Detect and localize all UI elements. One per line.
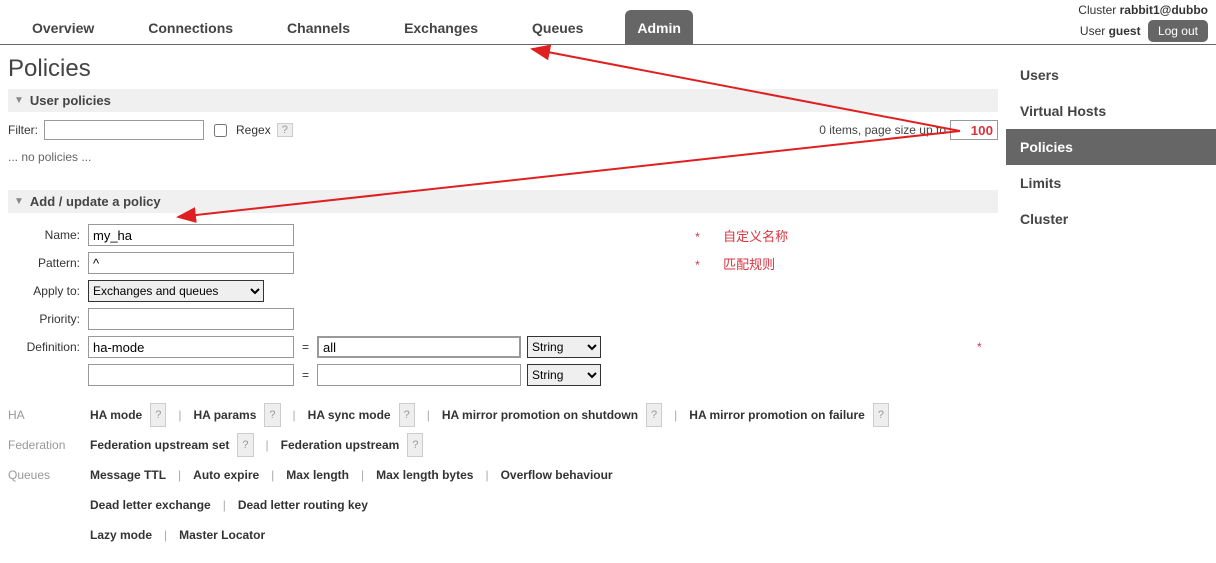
name-input[interactable]: [88, 224, 294, 246]
section-title: User policies: [30, 93, 111, 108]
regex-label: Regex: [236, 123, 271, 137]
tab-overview[interactable]: Overview: [20, 10, 106, 44]
pattern-input[interactable]: [88, 252, 294, 274]
priority-label: Priority:: [8, 305, 84, 333]
help-icon[interactable]: ?: [264, 403, 280, 427]
tab-channels[interactable]: Channels: [275, 10, 362, 44]
pattern-label: Pattern:: [8, 249, 84, 277]
help-icon[interactable]: ?: [150, 403, 166, 427]
sidebar: Users Virtual Hosts Policies Limits Clus…: [1006, 45, 1216, 559]
hint-group-label: Federation: [8, 438, 72, 452]
def-value-input[interactable]: [317, 336, 521, 358]
help-icon[interactable]: ?: [277, 123, 293, 137]
regex-checkbox[interactable]: [214, 124, 227, 137]
hint-item[interactable]: Federation upstream set: [90, 433, 229, 457]
section-add-policy[interactable]: ▼ Add / update a policy: [8, 190, 998, 213]
hint-item[interactable]: Overflow behaviour: [501, 463, 613, 487]
def-key-input-2[interactable]: [88, 364, 294, 386]
required-icon: *: [689, 258, 700, 272]
collapse-icon: ▼: [14, 95, 24, 106]
cluster-name: rabbit1@dubbo: [1120, 3, 1208, 17]
tab-connections[interactable]: Connections: [136, 10, 245, 44]
logout-button[interactable]: Log out: [1148, 20, 1208, 42]
hint-group-label: Queues: [8, 468, 72, 482]
priority-input[interactable]: [88, 308, 294, 330]
required-icon: *: [977, 340, 982, 354]
def-key-input[interactable]: [88, 336, 294, 358]
pager-text: 0 items, page size up to: [819, 123, 946, 137]
header-right: Cluster rabbit1@dubbo User guest Log out: [1078, 0, 1208, 44]
hint-item[interactable]: Master Locator: [179, 523, 265, 547]
pager: 0 items, page size up to: [819, 120, 998, 140]
no-policies: ... no policies ...: [8, 150, 998, 164]
annotation-pattern: 匹配规则: [703, 257, 775, 272]
hint-item[interactable]: HA mirror promotion on shutdown: [442, 403, 638, 427]
equals: =: [300, 368, 311, 382]
top-nav: Overview Connections Channels Exchanges …: [0, 0, 1216, 45]
sidebar-item-vhosts[interactable]: Virtual Hosts: [1006, 93, 1216, 129]
def-type-select-2[interactable]: String: [527, 364, 601, 386]
hint-item[interactable]: HA mode: [90, 403, 142, 427]
cluster-label: Cluster: [1078, 3, 1116, 17]
name-label: Name:: [8, 221, 84, 249]
help-icon[interactable]: ?: [399, 403, 415, 427]
definition-label: Definition:: [8, 333, 84, 361]
hint-item[interactable]: Lazy mode: [90, 523, 152, 547]
tab-exchanges[interactable]: Exchanges: [392, 10, 490, 44]
help-icon[interactable]: ?: [237, 433, 253, 457]
sidebar-item-users[interactable]: Users: [1006, 57, 1216, 93]
hint-item[interactable]: Message TTL: [90, 463, 166, 487]
hint-item[interactable]: Dead letter exchange: [90, 493, 211, 517]
def-value-input-2[interactable]: [317, 364, 521, 386]
hint-item[interactable]: Dead letter routing key: [238, 493, 368, 517]
hint-item[interactable]: HA mirror promotion on failure: [689, 403, 865, 427]
filter-label: Filter:: [8, 123, 38, 137]
sidebar-item-cluster[interactable]: Cluster: [1006, 201, 1216, 237]
user-name: guest: [1109, 24, 1141, 38]
section-user-policies[interactable]: ▼ User policies: [8, 89, 998, 112]
tab-admin[interactable]: Admin: [625, 10, 693, 44]
user-label: User: [1080, 24, 1105, 38]
hint-item[interactable]: Max length: [286, 463, 349, 487]
help-icon[interactable]: ?: [407, 433, 423, 457]
main-content: Policies ▼ User policies Filter: Regex ?…: [0, 45, 1006, 559]
sidebar-item-limits[interactable]: Limits: [1006, 165, 1216, 201]
def-type-select[interactable]: String: [527, 336, 601, 358]
hint-item[interactable]: HA sync mode: [308, 403, 391, 427]
annotation-name: 自定义名称: [703, 229, 788, 244]
hint-groups: HAHA mode ?|HA params ?|HA sync mode ?|H…: [8, 403, 998, 547]
hint-item[interactable]: Federation upstream: [281, 433, 400, 457]
tabs: Overview Connections Channels Exchanges …: [8, 10, 693, 44]
tab-queues[interactable]: Queues: [520, 10, 595, 44]
hint-group-label: HA: [8, 408, 72, 422]
section-title: Add / update a policy: [30, 194, 161, 209]
help-icon[interactable]: ?: [646, 403, 662, 427]
filter-input[interactable]: [44, 120, 204, 140]
sidebar-item-policies[interactable]: Policies: [1006, 129, 1216, 165]
apply-select[interactable]: Exchanges and queues: [88, 280, 264, 302]
hint-item[interactable]: Max length bytes: [376, 463, 473, 487]
required-icon: *: [689, 230, 700, 244]
hint-item[interactable]: HA params: [193, 403, 256, 427]
page-size-input[interactable]: [950, 120, 998, 140]
equals: =: [300, 340, 311, 354]
hint-item[interactable]: Auto expire: [193, 463, 259, 487]
apply-label: Apply to:: [8, 277, 84, 305]
help-icon[interactable]: ?: [873, 403, 889, 427]
policy-form: Name: * 自定义名称 Pattern: * 匹配规则 Apply to: …: [8, 221, 986, 389]
collapse-icon: ▼: [14, 196, 24, 207]
page-title: Policies: [8, 55, 998, 83]
